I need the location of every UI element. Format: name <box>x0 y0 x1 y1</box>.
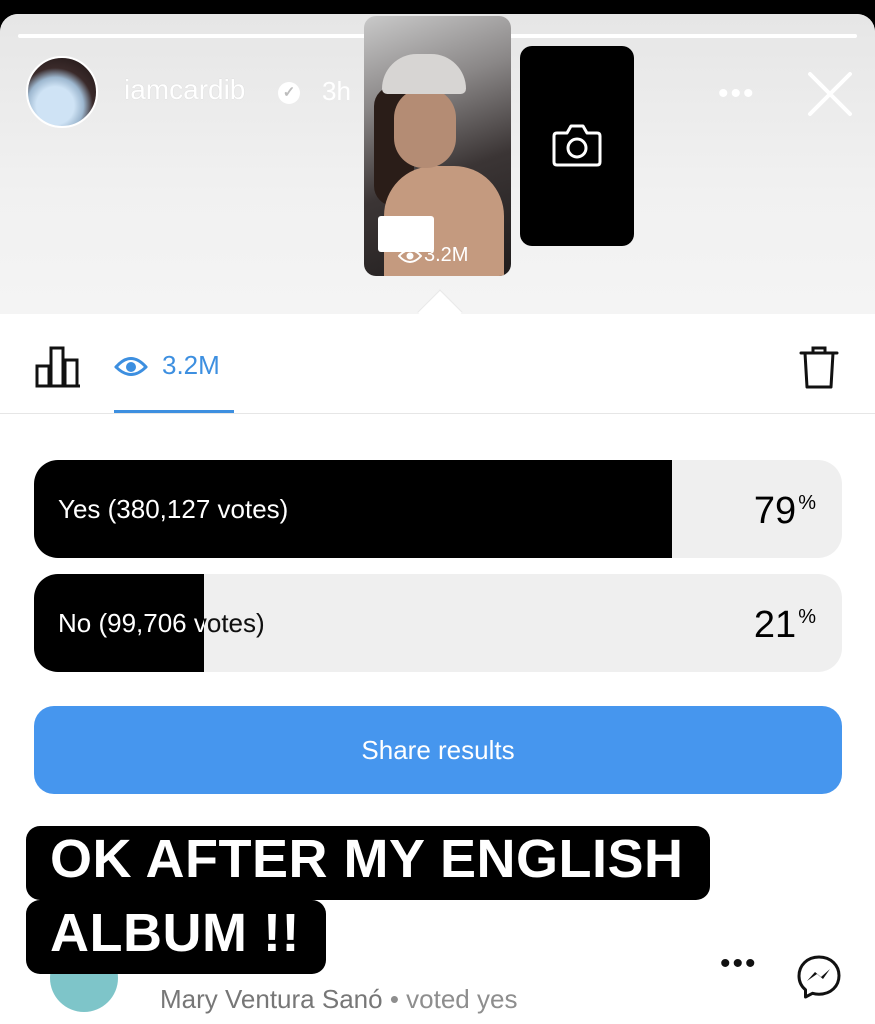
share-results-button[interactable]: Share results <box>34 706 842 794</box>
bar-chart-icon[interactable] <box>34 344 82 388</box>
voter-status: voted yes <box>406 984 518 1014</box>
story-thumbnail-add[interactable] <box>520 46 634 246</box>
thumbnail-views: 3.2M <box>398 244 468 267</box>
story-header-area: iamcardib ✓ 3h 3.2M ••• <box>0 14 875 314</box>
poll-option-yes: Yes (380,127 votes) 79% <box>34 460 842 558</box>
tab-viewers[interactable]: 3.2M <box>114 350 220 381</box>
caption-line-1: OK AFTER MY ENGLISH <box>26 826 710 900</box>
avatar[interactable] <box>26 56 98 128</box>
story-thumbnail-current[interactable]: 3.2M <box>364 16 511 276</box>
time-ago: 3h <box>322 76 351 106</box>
camera-icon <box>552 124 602 167</box>
eye-icon <box>398 248 422 263</box>
poll-option-label: No (99,706 votes) <box>58 608 265 638</box>
story-caption: OK AFTER MY ENGLISH ALBUM !! <box>26 826 710 974</box>
thumbnail-views-count: 3.2M <box>424 244 469 266</box>
active-tab-indicator <box>114 410 234 413</box>
viewer-toolbar: 3.2M <box>0 314 875 414</box>
more-options-icon[interactable]: ••• <box>718 79 756 109</box>
caption-line-2: ALBUM !! <box>26 900 326 974</box>
poll-option-label: Yes (380,127 votes) <box>58 494 289 524</box>
story-viewer: iamcardib ✓ 3h 3.2M ••• 3.2M Yes (380,12… <box>0 14 875 1024</box>
voter-name: Mary Ventura Sanó <box>160 984 383 1014</box>
messenger-icon[interactable] <box>796 954 842 1000</box>
eye-icon <box>114 356 148 376</box>
close-icon[interactable] <box>806 70 854 118</box>
trash-icon[interactable] <box>798 344 840 390</box>
verified-badge-icon: ✓ <box>278 82 300 104</box>
username[interactable]: iamcardib <box>124 74 245 106</box>
voter-row[interactable]: Mary Ventura Sanó • voted yes <box>160 984 517 1015</box>
views-count: 3.2M <box>162 350 220 380</box>
poll-option-no: No (99,706 votes) 21% <box>34 574 842 672</box>
poll-option-percent: 79% <box>753 490 816 532</box>
voter-more-icon[interactable]: ••• <box>720 949 758 979</box>
voter-separator: • <box>389 984 399 1014</box>
poll-option-percent: 21% <box>753 604 816 646</box>
